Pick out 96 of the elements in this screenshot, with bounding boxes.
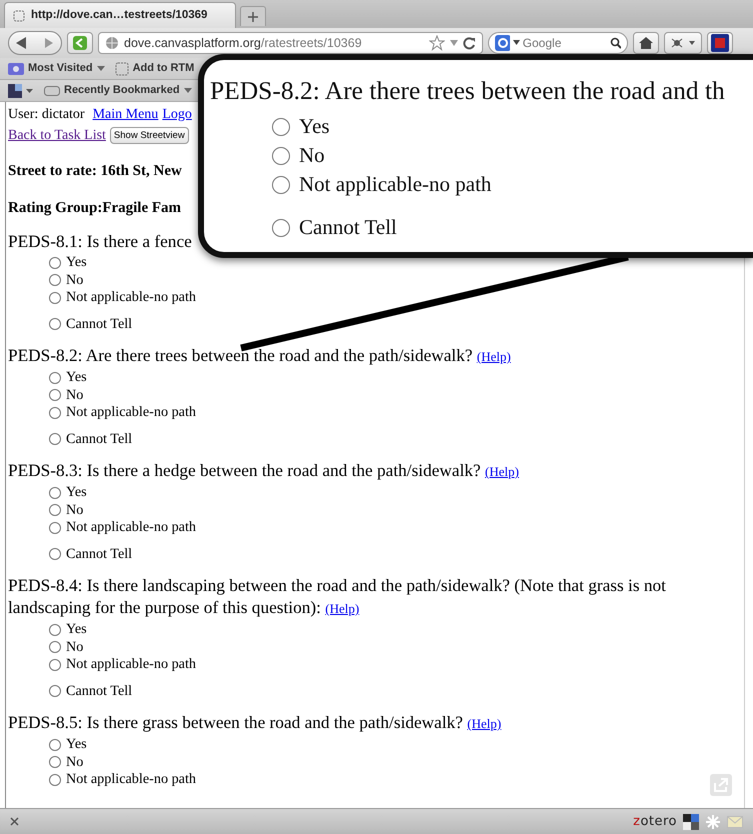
- option-label: Cannot Tell: [66, 430, 132, 449]
- question-text: PEDS-8.3: Is there a hedge between the road and the path/sidewalk? (Help): [8, 460, 520, 482]
- radio-button[interactable]: [49, 256, 61, 269]
- radio-button[interactable]: [49, 756, 61, 768]
- page-icon: [114, 62, 129, 76]
- question-text: PEDS-8.2: Are there trees between the road and the path/sidewalk? (Help): [8, 345, 512, 367]
- new-tab-button[interactable]: [240, 6, 266, 26]
- option-label: No: [66, 386, 84, 405]
- radio-button[interactable]: [49, 658, 61, 671]
- user-label: User: dictator: [8, 106, 85, 124]
- star-icon[interactable]: [429, 35, 445, 51]
- radio-button[interactable]: [49, 641, 61, 654]
- radio-button[interactable]: [49, 738, 61, 751]
- streetview-button[interactable]: Show Streetview: [110, 127, 189, 144]
- radio-button[interactable]: [49, 624, 61, 636]
- help-link[interactable]: (Help): [325, 601, 360, 616]
- radio-button[interactable]: [272, 218, 290, 236]
- option-label: Not applicable-no path: [66, 770, 196, 790]
- option-label: Cannot Tell: [299, 214, 397, 241]
- radio-button[interactable]: [49, 504, 61, 516]
- zotero-label[interactable]: zotero: [633, 812, 677, 832]
- option-label: Not applicable-no path: [66, 403, 196, 422]
- option-label: No: [66, 500, 84, 520]
- browser-tab[interactable]: http://dove.can…testreets/10369: [4, 2, 236, 28]
- url-field[interactable]: dove.canvasplatform.org/ratestreets/10369: [98, 32, 483, 54]
- radio-button[interactable]: [49, 522, 61, 534]
- reload-icon[interactable]: [463, 36, 476, 50]
- help-link[interactable]: (Help): [485, 464, 519, 479]
- caret-icon: [513, 40, 520, 46]
- radio-button[interactable]: [49, 318, 61, 330]
- option-label: Yes: [66, 735, 87, 754]
- plus-icon: [248, 12, 258, 22]
- caret-icon: [96, 66, 105, 72]
- option-label: Not applicable-no path: [299, 170, 492, 198]
- question-text: PEDS-8.1: Is there a fence: [8, 231, 193, 253]
- option-label: Cannot Tell: [66, 682, 132, 701]
- option-label: No: [66, 638, 84, 657]
- close-icon[interactable]: [10, 817, 19, 826]
- folder-icon: [8, 62, 24, 75]
- home-icon: [639, 37, 653, 49]
- question-text: PEDS-8.4: Is there landscaping between the road and the path/sidewalk? (Note that grass is not landscaping for the purpose of this question): (Help): [8, 575, 667, 619]
- radio-button[interactable]: [49, 389, 61, 402]
- option-label: No: [66, 270, 84, 290]
- search-icon[interactable]: [610, 37, 621, 49]
- search-engine-icon: [495, 35, 510, 51]
- option-label: Not applicable-no path: [66, 518, 196, 538]
- leaf-icon: [72, 35, 88, 51]
- radio-button[interactable]: [272, 118, 290, 136]
- street-title: Street to rate: 16th St, New: [8, 162, 183, 181]
- bookmark-item[interactable]: Recently Bookmarked: [44, 82, 192, 99]
- sidebar-icon[interactable]: [8, 84, 34, 98]
- tag-icon: [44, 86, 60, 96]
- caret-icon: [184, 88, 192, 94]
- globe-icon: [105, 36, 119, 50]
- option-label: Yes: [66, 253, 87, 272]
- option-label: Not applicable-no path: [66, 655, 196, 674]
- option-label: Not applicable-no path: [66, 288, 196, 308]
- radio-button[interactable]: [49, 406, 61, 419]
- radio-button[interactable]: [49, 274, 61, 286]
- question-text: PEDS-8.5: Is there grass between the road and the path/sidewalk? (Help): [8, 712, 502, 734]
- bug-icon: [669, 37, 697, 49]
- nav-link-text[interactable]: Logo: [162, 104, 192, 125]
- back-forward-buttons[interactable]: [8, 31, 62, 55]
- help-link[interactable]: (Help): [467, 716, 502, 731]
- addon-button[interactable]: [707, 32, 733, 54]
- rating-group-title: Rating Group:Fragile Fam: [8, 198, 182, 218]
- radio-button[interactable]: [49, 685, 61, 698]
- radio-button[interactable]: [272, 176, 290, 194]
- radio-button[interactable]: [49, 774, 61, 786]
- radio-button[interactable]: [49, 372, 61, 384]
- bookmark-item[interactable]: Most Visited: [8, 60, 105, 77]
- option-label: Yes: [66, 483, 87, 502]
- logo-icon: [711, 34, 729, 52]
- question-text: PEDS-8.2: Are there trees between the road and th: [210, 75, 725, 107]
- bookmark-item[interactable]: Add to RTM: [114, 60, 194, 77]
- search-field[interactable]: Google: [488, 32, 628, 54]
- option-label: Yes: [66, 368, 87, 388]
- option-label: No: [299, 142, 325, 169]
- back-link[interactable]: Back to Task List: [8, 125, 106, 146]
- radio-button[interactable]: [49, 548, 61, 560]
- radio-button[interactable]: [49, 433, 61, 446]
- help-link[interactable]: (Help): [476, 349, 511, 364]
- radio-button[interactable]: [272, 146, 290, 164]
- home-button[interactable]: [633, 32, 659, 54]
- page-icon: [13, 10, 25, 22]
- extension-button[interactable]: [664, 32, 702, 54]
- radio-button[interactable]: [49, 292, 61, 304]
- radio-button[interactable]: [49, 486, 61, 499]
- option-label: Yes: [299, 112, 330, 140]
- caret-icon[interactable]: [449, 39, 459, 47]
- option-label: Yes: [66, 620, 87, 640]
- option-label: Cannot Tell: [66, 314, 132, 334]
- option-label: Cannot Tell: [66, 544, 132, 564]
- option-label: No: [66, 752, 84, 772]
- grid-icon[interactable]: [683, 814, 699, 830]
- nav-link-text[interactable]: Main Menu: [92, 104, 158, 125]
